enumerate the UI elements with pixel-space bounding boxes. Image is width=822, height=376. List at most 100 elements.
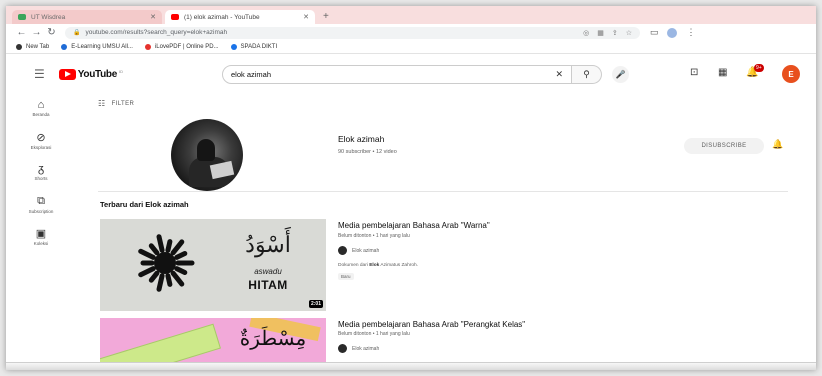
youtube-logo-text: YouTube — [77, 68, 118, 80]
bookmark-elearning[interactable]: E-Learning UMSU All... — [61, 44, 133, 50]
create-video-icon[interactable]: ⊡ — [690, 67, 698, 78]
video-thumbnail[interactable]: أَسْوَدُ aswadu HITAM 2:01 — [100, 219, 326, 311]
guide-label: Koleksi — [33, 241, 49, 246]
video-description-highlight: Elok — [369, 263, 380, 268]
address-bar[interactable]: 🔒 youtube.com/results?search_query=elok+… — [65, 26, 640, 39]
voice-search-button[interactable]: 🎤 — [612, 66, 629, 83]
channel-mini-avatar — [338, 344, 347, 353]
bookmark-label: SPADA DIKTI — [240, 44, 278, 50]
splat-ray — [148, 243, 160, 256]
splat-ray — [156, 234, 165, 253]
filter-icon: ☷ — [98, 99, 106, 108]
tab-title: (1) elok azimah - YouTube — [184, 13, 260, 21]
guide-sidebar: ⌂ Beranda ⊘ Eksplorasi ᵹ Shorts ⧉ Subscr… — [6, 94, 76, 370]
guide-item-library[interactable]: ▣ Koleksi — [18, 227, 64, 246]
avatar-figure-head — [197, 139, 215, 161]
hamburger-menu-icon[interactable]: ☰ — [34, 67, 45, 81]
profile-icon[interactable] — [666, 27, 677, 38]
browser-window: UT Wisdrea ✕ (1) elok azimah - YouTube ✕… — [6, 6, 816, 370]
clear-search-icon[interactable]: ✕ — [555, 69, 563, 80]
guide-item-shorts[interactable]: ᵹ Shorts — [18, 163, 64, 181]
youtube-logo[interactable]: YouTube ID — [58, 68, 123, 80]
splat-icon — [138, 234, 195, 292]
avatar-letter: E — [788, 69, 794, 79]
thumbnail-arabic-word: أَسْوَدُ — [245, 233, 291, 258]
guide-item-explore[interactable]: ⊘ Eksplorasi — [18, 131, 64, 150]
microphone-icon: 🎤 — [615, 70, 626, 79]
translate-icon[interactable]: ▦ — [597, 29, 604, 37]
new-tab-button[interactable]: + — [323, 10, 329, 24]
video-title[interactable]: Media pembelajaran Bahasa Arab "Perangka… — [338, 320, 525, 329]
thumbnail-arabic-word: مِسْطَرَةٌ — [239, 326, 307, 350]
tab-strip: UT Wisdrea ✕ (1) elok azimah - YouTube ✕… — [6, 6, 816, 24]
search-query: elok azimah — [231, 70, 272, 79]
bookmark-icon — [61, 44, 68, 50]
bookmark-label: E-Learning UMSU All... — [71, 44, 133, 50]
video-channel[interactable]: Elok azimah — [338, 344, 379, 353]
star-icon[interactable]: ☆ — [626, 29, 632, 37]
share-icon[interactable]: ⇪ — [612, 29, 618, 37]
browser-tab-1[interactable]: UT Wisdrea ✕ — [12, 10, 162, 24]
bookmark-ilovepdf[interactable]: iLovePDF | Online PD... — [144, 44, 219, 50]
apps-grid-icon[interactable]: ▦ — [718, 67, 727, 78]
close-icon[interactable]: ✕ — [303, 13, 309, 21]
filter-button[interactable]: ☷ FILTER — [98, 99, 134, 108]
youtube-play-icon — [58, 68, 76, 80]
video-title[interactable]: Media pembelajaran Bahasa Arab "Warna" — [338, 221, 490, 230]
menu-dots-icon[interactable]: ⋮ — [687, 27, 696, 38]
video-meta: Belum ditonton • 1 hari yang lalu — [338, 233, 410, 239]
channel-name[interactable]: Elok azimah — [338, 134, 384, 144]
splat-ray — [170, 239, 185, 256]
filter-label: FILTER — [111, 100, 135, 107]
lock-icon: 🔒 — [73, 30, 81, 36]
reload-icon[interactable]: ↻ — [44, 27, 59, 38]
notification-count-badge: 9+ — [754, 64, 764, 72]
bookmark-new-tab[interactable]: New Tab — [16, 44, 49, 50]
back-icon[interactable]: ← — [14, 27, 29, 38]
guide-item-subscriptions[interactable]: ⧉ Subscription — [18, 195, 64, 214]
splat-ray — [156, 273, 165, 292]
channel-avatar[interactable] — [171, 119, 243, 191]
splat-ray — [138, 266, 156, 278]
url-text: youtube.com/results?search_query=elok+az… — [85, 29, 228, 36]
guide-item-home[interactable]: ⌂ Beranda — [18, 99, 64, 117]
guide-label: Subscription — [28, 209, 54, 214]
bookmark-label: New Tab — [26, 44, 50, 50]
video-duration: 2:01 — [308, 300, 323, 308]
youtube-header: ☰ YouTube ID elok azimah ✕ ⚲ 🎤 ⊡ ▦ 🔔 9+ … — [6, 54, 816, 94]
close-icon[interactable]: ✕ — [150, 13, 156, 21]
region-code: ID — [118, 68, 123, 74]
video-channel-name: Elok azimah — [352, 247, 380, 254]
account-avatar[interactable]: E — [782, 65, 800, 83]
subscribed-label: DISUBSCRIBE — [701, 143, 747, 149]
search-button[interactable]: ⚲ — [572, 65, 602, 84]
google-lens-icon[interactable]: ◎ — [583, 29, 589, 37]
video-description-prefix: Dokumen dari — [338, 263, 370, 268]
video-description-suffix: Azimatus Zahroh. — [379, 263, 419, 268]
browser-tab-2[interactable]: (1) elok azimah - YouTube ✕ — [165, 10, 315, 24]
subscribed-button[interactable]: DISUBSCRIBE — [684, 138, 764, 154]
video-description: Dokumen dari Elok Azimatus Zahroh. — [338, 263, 418, 268]
tab-title: UT Wisdrea — [31, 13, 66, 21]
thumbnail-color-word: HITAM — [248, 278, 288, 292]
splat-ray — [148, 270, 160, 283]
bell-icon[interactable]: 🔔 — [772, 139, 783, 150]
channel-mini-avatar — [338, 246, 347, 255]
green-square-icon — [18, 14, 26, 20]
splat-ray — [165, 239, 173, 253]
splat-ray — [174, 266, 188, 275]
guide-label: Eksplorasi — [30, 145, 52, 150]
video-channel[interactable]: Elok azimah — [338, 246, 379, 255]
forward-icon[interactable]: → — [29, 27, 44, 38]
splat-ray — [138, 248, 156, 260]
compass-icon: ⊘ — [36, 132, 46, 144]
video-channel-name: Elok azimah — [352, 345, 380, 352]
youtube-icon — [171, 14, 179, 20]
shelf-title: Terbaru dari Elok azimah — [100, 200, 189, 209]
divider — [98, 191, 788, 192]
search-input[interactable]: elok azimah ✕ — [222, 65, 572, 84]
bookmark-spada[interactable]: SPADA DIKTI — [230, 44, 278, 50]
shorts-icon: ᵹ — [37, 163, 45, 175]
bookmark-icon — [144, 44, 151, 50]
sidepanel-icon[interactable]: ▭ — [650, 27, 659, 38]
